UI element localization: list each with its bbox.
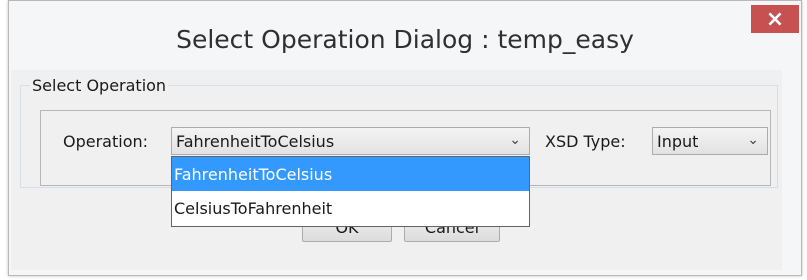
close-button[interactable]: ×	[751, 5, 799, 33]
dropdown-option-fahrenheit-to-celsius[interactable]: FahrenheitToCelsius	[172, 157, 529, 191]
operation-select-value: FahrenheitToCelsius	[176, 131, 335, 151]
group-label: Select Operation	[30, 76, 169, 95]
dropdown-option-celsius-to-fahrenheit[interactable]: CelsiusToFahrenheit	[172, 191, 529, 225]
close-icon: ×	[765, 6, 785, 32]
xsd-type-label: XSD Type:	[545, 132, 626, 151]
chevron-down-icon: ⌄	[509, 132, 521, 148]
xsd-type-select[interactable]: Input ⌄	[652, 127, 768, 155]
operation-select[interactable]: FahrenheitToCelsius ⌄	[171, 127, 530, 155]
dialog-title: Select Operation Dialog : temp_easy	[176, 25, 634, 54]
title-bar[interactable]: Select Operation Dialog : temp_easy	[9, 1, 801, 71]
operation-label: Operation:	[63, 132, 149, 151]
operation-dropdown-list: FahrenheitToCelsius CelsiusToFahrenheit	[171, 156, 530, 227]
chevron-down-icon: ⌄	[747, 132, 759, 148]
xsd-type-select-value: Input	[657, 131, 699, 151]
